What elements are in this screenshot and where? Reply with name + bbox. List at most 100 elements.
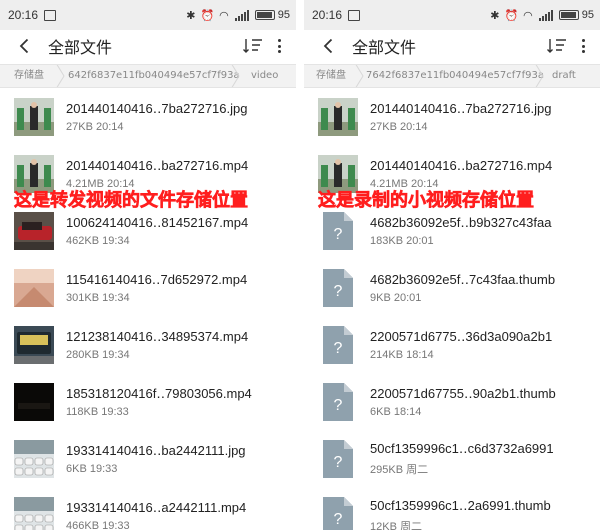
breadcrumb: 存储盘 642f6837e11fb040494e57cf7f93a video	[0, 64, 296, 88]
file-meta: 466KB 19:33	[66, 519, 130, 530]
file-meta: 462KB 19:34	[66, 234, 130, 247]
file-list-item[interactable]: ? 2200571d6775‥36d3a090a2b1 214KB 18:14	[304, 316, 600, 373]
back-arrow-icon	[19, 38, 29, 54]
battery-percent: 95	[277, 9, 290, 21]
file-info: 115416140416‥7d652972.mp4 301KB 19:34	[66, 272, 296, 304]
alarm-icon: ⏰	[504, 8, 519, 22]
annotation-overlay: 这是转发视频的文件存储位置	[14, 190, 249, 212]
file-list-item[interactable]: ? 50cf1359996c1‥c6d3732a6991 295KB 周二	[304, 430, 600, 487]
battery-icon	[254, 10, 275, 20]
unknown-file-icon: ?	[323, 325, 353, 364]
file-thumbnail	[14, 211, 54, 250]
file-thumbnail	[14, 97, 54, 136]
annotation-overlay: 这是录制的小视频存储位置	[318, 190, 535, 212]
file-list-item[interactable]: 201440140416‥7ba272716.jpg 27KB 20:14	[0, 88, 296, 145]
bluetooth-icon: ✱	[490, 8, 500, 22]
breadcrumb: 存储盘 7642f6837e11fb040494e57cf7f93a draft	[304, 64, 600, 88]
back-button[interactable]	[16, 36, 32, 56]
file-info: 201440140416‥ba272716.mp4 4.21MB 20:14	[370, 158, 600, 190]
gallery-notification-icon	[348, 9, 361, 21]
file-meta: 183KB 20:01	[370, 234, 434, 247]
file-name: 50cf1359996c1‥2a6991.thumb	[370, 497, 551, 513]
breadcrumb-separator-icon	[535, 65, 544, 87]
breadcrumb-separator-icon	[231, 65, 240, 87]
battery-fill	[256, 12, 272, 18]
file-meta: 27KB 20:14	[370, 120, 428, 133]
sort-icon	[243, 39, 262, 53]
battery-icon	[558, 10, 579, 20]
file-name: 201440140416‥ba272716.mp4	[370, 157, 553, 173]
signal-icon	[538, 9, 553, 21]
file-meta: 9KB 20:01	[370, 291, 422, 304]
file-info: 100624140416‥81452167.mp4 462KB 19:34	[66, 215, 296, 247]
more-dot	[581, 44, 585, 48]
breadcrumb-root[interactable]: 存储盘	[316, 65, 346, 87]
back-arrow-icon	[323, 38, 333, 54]
file-name: 193314140416‥a2442111.mp4	[66, 499, 247, 515]
file-meta: 12KB 周二	[370, 520, 422, 530]
unknown-file-icon: ?	[323, 268, 353, 307]
back-button[interactable]	[320, 36, 336, 56]
status-time: 20:16	[8, 8, 39, 22]
file-meta: 118KB 19:33	[66, 405, 129, 418]
file-list-item[interactable]: 201440140416‥7ba272716.jpg 27KB 20:14	[304, 88, 600, 145]
file-info: 4682b36092e5f‥7c43faa.thumb 9KB 20:01	[370, 272, 600, 304]
file-info: 121238140416‥34895374.mp4 280KB 19:34	[66, 329, 296, 361]
status-bar: 20:16 ✱ ⏰ ◠ 95	[0, 0, 296, 30]
sort-button[interactable]	[242, 36, 264, 56]
file-name: 121238140416‥34895374.mp4	[66, 328, 249, 344]
file-list-item[interactable]: 185318120416f‥79803056.mp4 118KB 19:33	[0, 373, 296, 430]
svg-text:?: ?	[334, 340, 343, 357]
file-info: 50cf1359996c1‥2a6991.thumb 12KB 周二	[370, 498, 600, 530]
file-thumbnail	[318, 97, 358, 136]
notification-icon	[44, 9, 57, 21]
alarm-icon: ⏰	[200, 8, 215, 22]
svg-text:?: ?	[334, 283, 343, 300]
breadcrumb-folder[interactable]: 7642f6837e11fb040494e57cf7f93a	[366, 65, 544, 87]
file-list-item[interactable]: ? 2200571d67755‥90a2b1.thumb 6KB 18:14	[304, 373, 600, 430]
file-name: 2200571d6775‥36d3a090a2b1	[370, 328, 553, 344]
file-list-item[interactable]: 193314140416‥ba2442111.jpg 6KB 19:33	[0, 430, 296, 487]
file-list-item[interactable]: ? 50cf1359996c1‥2a6991.thumb 12KB 周二	[304, 487, 600, 530]
breadcrumb-root[interactable]: 存储盘	[14, 65, 44, 87]
file-list-item[interactable]: 115416140416‥7d652972.mp4 301KB 19:34	[0, 259, 296, 316]
more-dot	[277, 50, 281, 53]
unknown-file-icon: ?	[323, 382, 353, 421]
svg-text:?: ?	[334, 454, 343, 471]
breadcrumb-separator-icon	[355, 65, 364, 87]
file-list-item[interactable]: 193314140416‥a2442111.mp4 466KB 19:33	[0, 487, 296, 530]
file-thumbnail	[14, 382, 54, 421]
left-screen: 20:16 ✱ ⏰ ◠ 95 全部文件 存储盘 642f6837e11fb040…	[0, 0, 296, 530]
breadcrumb-separator-icon	[56, 65, 65, 87]
more-dot	[581, 50, 585, 53]
file-name: 193314140416‥ba2442111.jpg	[66, 442, 246, 458]
file-info: 201440140416‥7ba272716.jpg 27KB 20:14	[66, 101, 296, 133]
sort-icon	[547, 39, 566, 53]
file-list: 201440140416‥7ba272716.jpg 27KB 20:14 2014…	[0, 88, 296, 530]
page-title: 全部文件	[352, 38, 417, 57]
page-title: 全部文件	[48, 38, 113, 57]
unknown-file-icon: ?	[323, 439, 353, 478]
file-name: 4682b36092e5f‥7c43faa.thumb	[370, 271, 556, 287]
file-info: 193314140416‥ba2442111.jpg 6KB 19:33	[66, 443, 296, 475]
file-name: 201440140416‥7ba272716.jpg	[370, 100, 552, 116]
breadcrumb-current[interactable]: video	[251, 65, 278, 87]
status-time: 20:16	[312, 8, 343, 22]
more-options-button[interactable]	[272, 36, 286, 56]
file-info: 2200571d6775‥36d3a090a2b1 214KB 18:14	[370, 329, 600, 361]
file-meta: 6KB 19:33	[66, 462, 118, 475]
file-info: 201440140416‥ba272716.mp4 4.21MB 20:14	[66, 158, 296, 190]
file-list-item[interactable]: ? 4682b36092e5f‥7c43faa.thumb 9KB 20:01	[304, 259, 600, 316]
breadcrumb-current[interactable]: draft	[552, 65, 576, 87]
sort-button[interactable]	[546, 36, 568, 56]
file-meta: 301KB 19:34	[66, 291, 130, 304]
breadcrumb-folder[interactable]: 642f6837e11fb040494e57cf7f93a	[68, 65, 240, 87]
file-name: 201440140416‥ba272716.mp4	[66, 157, 249, 173]
more-options-button[interactable]	[576, 36, 590, 56]
file-name: 2200571d67755‥90a2b1.thumb	[370, 385, 556, 401]
file-name: 100624140416‥81452167.mp4	[66, 214, 249, 230]
wifi-icon: ◠	[219, 8, 229, 22]
file-list-item[interactable]: 121238140416‥34895374.mp4 280KB 19:34	[0, 316, 296, 373]
file-info: 4682b36092e5f‥b9b327c43faa 183KB 20:01	[370, 215, 600, 247]
file-meta: 214KB 18:14	[370, 348, 434, 361]
